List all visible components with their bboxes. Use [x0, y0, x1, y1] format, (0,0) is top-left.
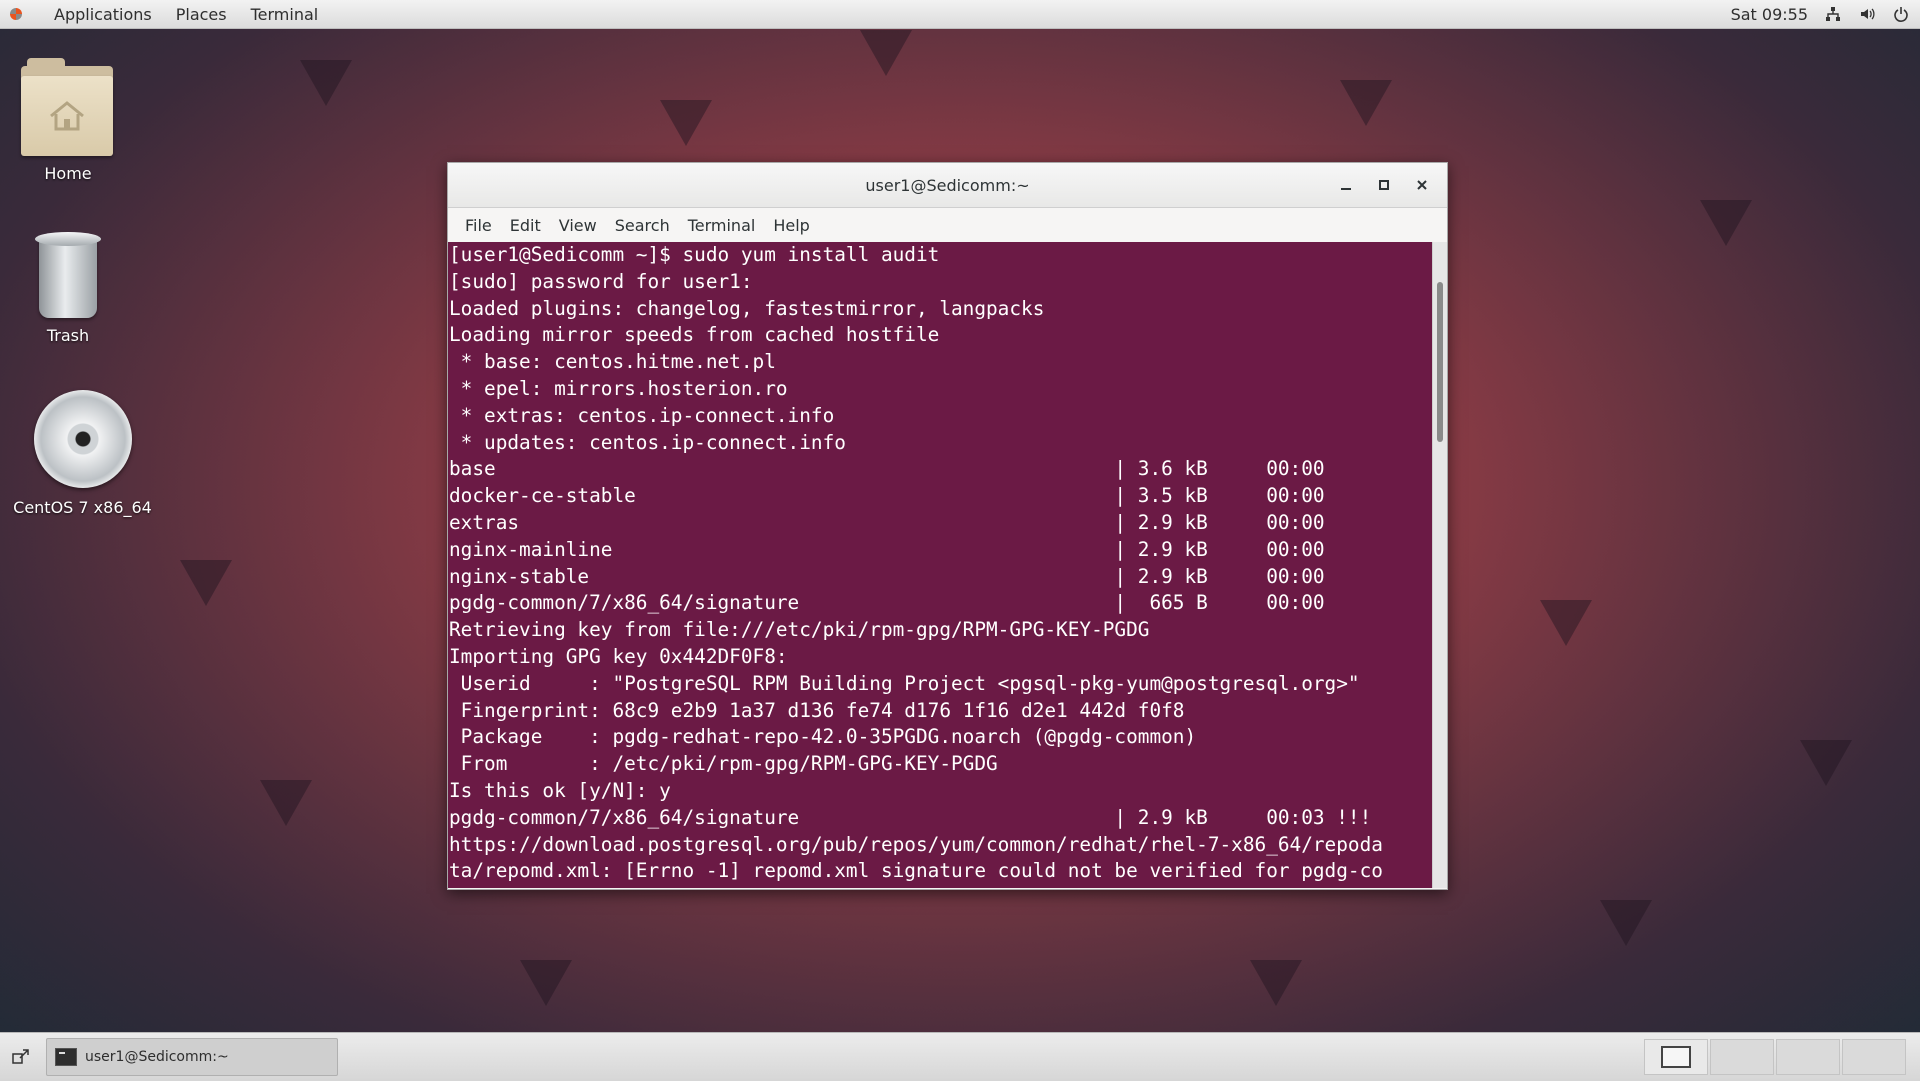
applications-menu[interactable]: Applications — [50, 5, 164, 24]
terminal-line: Package : pgdg-redhat-repo-42.0-35PGDG.n… — [449, 725, 1197, 749]
terminal-line: pgdg-common/7/x86_64/signature | 2.9 kB … — [449, 805, 1372, 829]
terminal-line: Is this ok [y/N]: y — [449, 778, 671, 802]
home-folder-icon — [21, 58, 115, 156]
terminal-line: * extras: centos.ip-connect.info — [449, 403, 835, 427]
minimize-icon — [1341, 188, 1351, 190]
window-titlebar[interactable]: user1@Sedicomm:~ — [448, 163, 1447, 208]
terminal-line: From : /etc/pki/rpm-gpg/RPM-GPG-KEY-PGDG — [449, 752, 998, 776]
terminal-line: nginx-stable | 2.9 kB 00:00 — [449, 564, 1325, 588]
places-menu[interactable]: Places — [164, 5, 239, 24]
menu-file[interactable]: File — [456, 216, 501, 235]
menu-search[interactable]: Search — [606, 216, 679, 235]
bottom-panel: user1@Sedicomm:~ — [0, 1032, 1920, 1081]
menu-terminal[interactable]: Terminal — [679, 216, 765, 235]
terminal-output[interactable]: [user1@Sedicomm ~]$ sudo yum install aud… — [448, 242, 1433, 888]
terminal-line: [user1@Sedicomm ~]$ sudo yum install aud… — [449, 243, 940, 266]
terminal-line: Importing GPG key 0x442DF0F8: — [449, 644, 788, 668]
close-button[interactable] — [1407, 170, 1437, 200]
workspace-4[interactable] — [1842, 1039, 1906, 1075]
disc-label: CentOS 7 x86_64 — [13, 498, 152, 517]
terminal-line: Loaded plugins: changelog, fastestmirror… — [449, 296, 1045, 320]
terminal-window[interactable]: user1@Sedicomm:~ File Edit View Search T… — [447, 162, 1448, 890]
workspace-2[interactable] — [1710, 1039, 1774, 1075]
clock[interactable]: Sat 09:55 — [1731, 5, 1808, 24]
terminal-line: extras | 2.9 kB 00:00 — [449, 510, 1325, 534]
desktop-icon-trash[interactable]: Trash — [18, 228, 118, 345]
workspace-switcher — [1644, 1039, 1906, 1075]
scrollbar-thumb[interactable] — [1437, 282, 1443, 442]
minimize-button[interactable] — [1331, 170, 1361, 200]
terminal-line: nginx-mainline | 2.9 kB 00:00 — [449, 537, 1325, 561]
window-menubar: File Edit View Search Terminal Help — [448, 208, 1447, 242]
trash-icon — [33, 228, 103, 320]
maximize-button[interactable] — [1369, 170, 1399, 200]
terminal-line: [sudo] password for user1: — [449, 269, 753, 293]
power-icon[interactable] — [1892, 5, 1910, 23]
workspace-3[interactable] — [1776, 1039, 1840, 1075]
terminal-line: ta/repomd.xml: [Errno -1] repomd.xml sig… — [449, 859, 1383, 883]
terminal-line: Retrieving key from file:///etc/pki/rpm-… — [449, 618, 1150, 642]
terminal-line: base | 3.6 kB 00:00 — [449, 457, 1325, 481]
show-desktop-icon — [12, 1049, 29, 1064]
terminal-scrollbar[interactable] — [1432, 242, 1447, 888]
network-icon[interactable] — [1824, 5, 1842, 23]
menu-help[interactable]: Help — [764, 216, 818, 235]
home-label: Home — [44, 164, 92, 183]
taskbar-window-label: user1@Sedicomm:~ — [85, 1049, 229, 1065]
close-icon — [1417, 180, 1427, 190]
terminal-line: docker-ce-stable | 3.5 kB 00:00 — [449, 484, 1325, 508]
terminal-app-menu[interactable]: Terminal — [239, 5, 331, 24]
terminal-line: * updates: centos.ip-connect.info — [449, 430, 846, 454]
show-desktop-button[interactable] — [6, 1042, 36, 1072]
terminal-line: Fingerprint: 68c9 e2b9 1a37 d136 fe74 d1… — [449, 698, 1185, 722]
terminal-line: * epel: mirrors.hosterion.ro — [449, 376, 788, 400]
terminal-line: * base: centos.hitme.net.pl — [449, 350, 776, 374]
taskbar-window-button[interactable]: user1@Sedicomm:~ — [46, 1038, 338, 1076]
trash-label: Trash — [46, 326, 90, 345]
terminal-line: pgdg-common/7/x86_64/signature | 665 B 0… — [449, 591, 1325, 615]
volume-icon[interactable] — [1858, 5, 1876, 23]
terminal-icon — [55, 1048, 77, 1066]
window-title: user1@Sedicomm:~ — [865, 175, 1030, 195]
applications-icon — [8, 6, 48, 22]
desktop-icon-home[interactable]: Home — [18, 58, 118, 183]
optical-disc-icon — [33, 390, 132, 488]
terminal-line: https://download.postgresql.org/pub/repo… — [449, 832, 1383, 856]
terminal-line: Userid : "PostgreSQL RPM Building Projec… — [449, 671, 1360, 695]
terminal-line: Loading mirror speeds from cached hostfi… — [449, 323, 940, 347]
desktop-icon-disc[interactable]: CentOS 7 x86_64 — [10, 390, 155, 517]
maximize-icon — [1379, 180, 1389, 190]
top-panel: Applications Places Terminal Sat 09:55 — [0, 0, 1920, 29]
workspace-1[interactable] — [1644, 1039, 1708, 1075]
menu-view[interactable]: View — [550, 216, 606, 235]
menu-edit[interactable]: Edit — [501, 216, 550, 235]
